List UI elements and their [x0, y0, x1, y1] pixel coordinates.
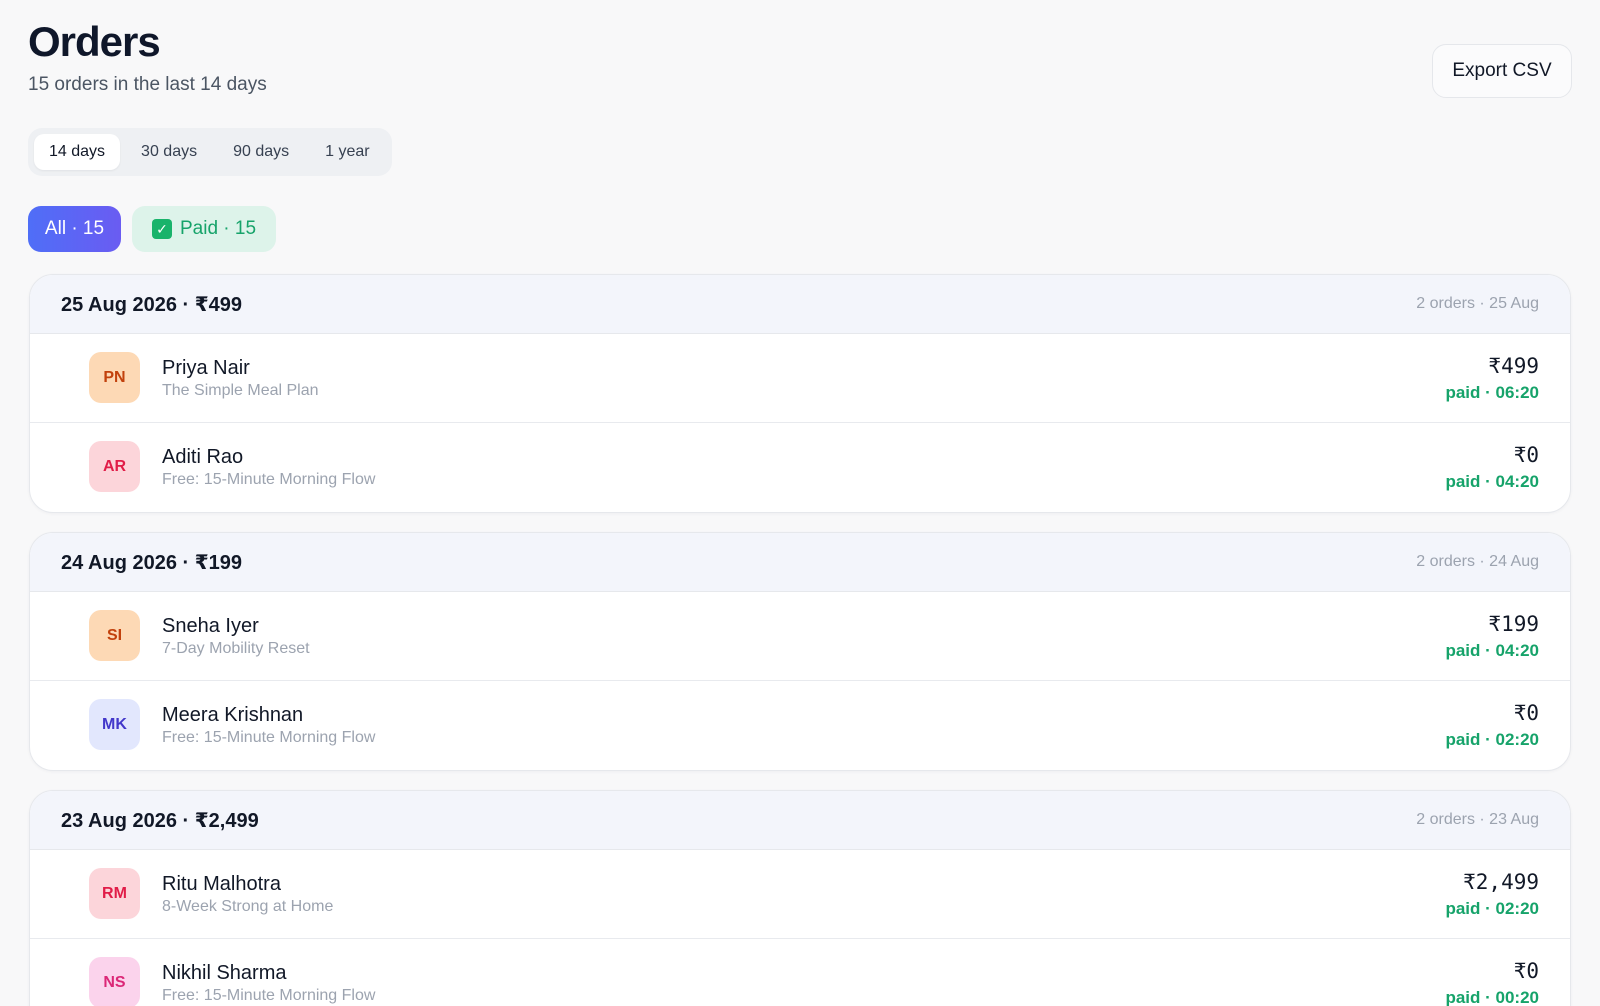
orders-page: Orders 15 orders in the last 14 days Exp… [0, 0, 1600, 1006]
order-row[interactable]: SI Sneha Iyer 7‑Day Mobility Reset ₹199 … [30, 592, 1570, 681]
order-amount: ₹0 [1513, 959, 1539, 983]
order-amount: ₹499 [1488, 354, 1539, 378]
order-group: 25 Aug 2026 · ₹499 2 orders · 25 Aug PN … [29, 274, 1571, 513]
filter-paid-label: Paid · 15 [180, 218, 257, 239]
export-csv-button[interactable]: Export CSV [1432, 44, 1572, 98]
payment-status: paid · 04:20 [1445, 641, 1539, 660]
order-amount: ₹0 [1513, 701, 1539, 725]
payment-status: paid · 00:20 [1445, 988, 1539, 1006]
date-range-tabs: 14 days 30 days 90 days 1 year [28, 128, 392, 176]
tab-90-days[interactable]: 90 days [218, 134, 304, 170]
customer-name: Ritu Malhotra [162, 873, 281, 895]
payment-status: paid · 02:20 [1445, 899, 1539, 918]
product-name: Free: 15‑Minute Morning Flow [162, 471, 376, 488]
order-row[interactable]: PN Priya Nair The Simple Meal Plan ₹499 … [30, 334, 1570, 423]
page-subtitle: 15 orders in the last 14 days [28, 74, 267, 95]
group-header: 24 Aug 2026 · ₹199 2 orders · 24 Aug [30, 533, 1570, 592]
page-title: Orders [28, 18, 161, 65]
customer-name: Meera Krishnan [162, 704, 304, 726]
order-amount: ₹199 [1488, 612, 1539, 636]
payment-status: paid · 04:20 [1445, 472, 1539, 491]
group-meta: 2 orders · 24 Aug [1416, 553, 1539, 570]
order-amount: ₹2,499 [1463, 870, 1539, 894]
order-group: 23 Aug 2026 · ₹2,499 2 orders · 23 Aug R… [29, 790, 1571, 1006]
customer-name: Priya Nair [162, 357, 250, 379]
group-title: 25 Aug 2026 · ₹499 [61, 293, 243, 316]
group-title: 24 Aug 2026 · ₹199 [61, 551, 243, 574]
tab-14-days[interactable]: 14 days [34, 134, 121, 170]
order-row[interactable]: NS Nikhil Sharma Free: 15‑Minute Morning… [30, 939, 1570, 1006]
product-name: The Simple Meal Plan [162, 382, 319, 399]
filter-all-chip[interactable]: All · 15 [28, 206, 121, 252]
product-name: Free: 15‑Minute Morning Flow [162, 987, 376, 1004]
avatar: NS [89, 957, 140, 1006]
customer-name: Aditi Rao [162, 446, 244, 468]
page-header: Orders 15 orders in the last 14 days Exp… [28, 0, 1572, 112]
payment-status: paid · 06:20 [1445, 383, 1539, 402]
group-meta: 2 orders · 25 Aug [1416, 295, 1539, 312]
avatar: RM [89, 868, 140, 919]
order-row[interactable]: RM Ritu Malhotra 8‑Week Strong at Home ₹… [30, 850, 1570, 939]
tab-1-year[interactable]: 1 year [310, 134, 384, 170]
group-meta: 2 orders · 23 Aug [1416, 811, 1539, 828]
avatar: SI [89, 610, 140, 661]
product-name: 8‑Week Strong at Home [162, 898, 334, 915]
avatar: PN [89, 352, 140, 403]
order-row[interactable]: MK Meera Krishnan Free: 15‑Minute Mornin… [30, 681, 1570, 770]
tab-30-days[interactable]: 30 days [126, 134, 212, 170]
group-title: 23 Aug 2026 · ₹2,499 [61, 809, 259, 832]
group-header: 25 Aug 2026 · ₹499 2 orders · 25 Aug [30, 275, 1570, 334]
filter-paid-chip[interactable]: ✓ Paid · 15 [132, 206, 277, 252]
check-icon: ✓ [152, 219, 172, 239]
order-row[interactable]: AR Aditi Rao Free: 15‑Minute Morning Flo… [30, 423, 1570, 512]
product-name: 7‑Day Mobility Reset [162, 640, 310, 657]
payment-status: paid · 02:20 [1445, 730, 1539, 749]
customer-name: Sneha Iyer [162, 615, 259, 637]
order-amount: ₹0 [1513, 443, 1539, 467]
customer-name: Nikhil Sharma [162, 962, 287, 984]
group-header: 23 Aug 2026 · ₹2,499 2 orders · 23 Aug [30, 791, 1570, 850]
avatar: MK [89, 699, 140, 750]
status-filters: All · 15 ✓ Paid · 15 [28, 206, 277, 252]
order-group: 24 Aug 2026 · ₹199 2 orders · 24 Aug SI … [29, 532, 1571, 771]
product-name: Free: 15‑Minute Morning Flow [162, 729, 376, 746]
avatar: AR [89, 441, 140, 492]
